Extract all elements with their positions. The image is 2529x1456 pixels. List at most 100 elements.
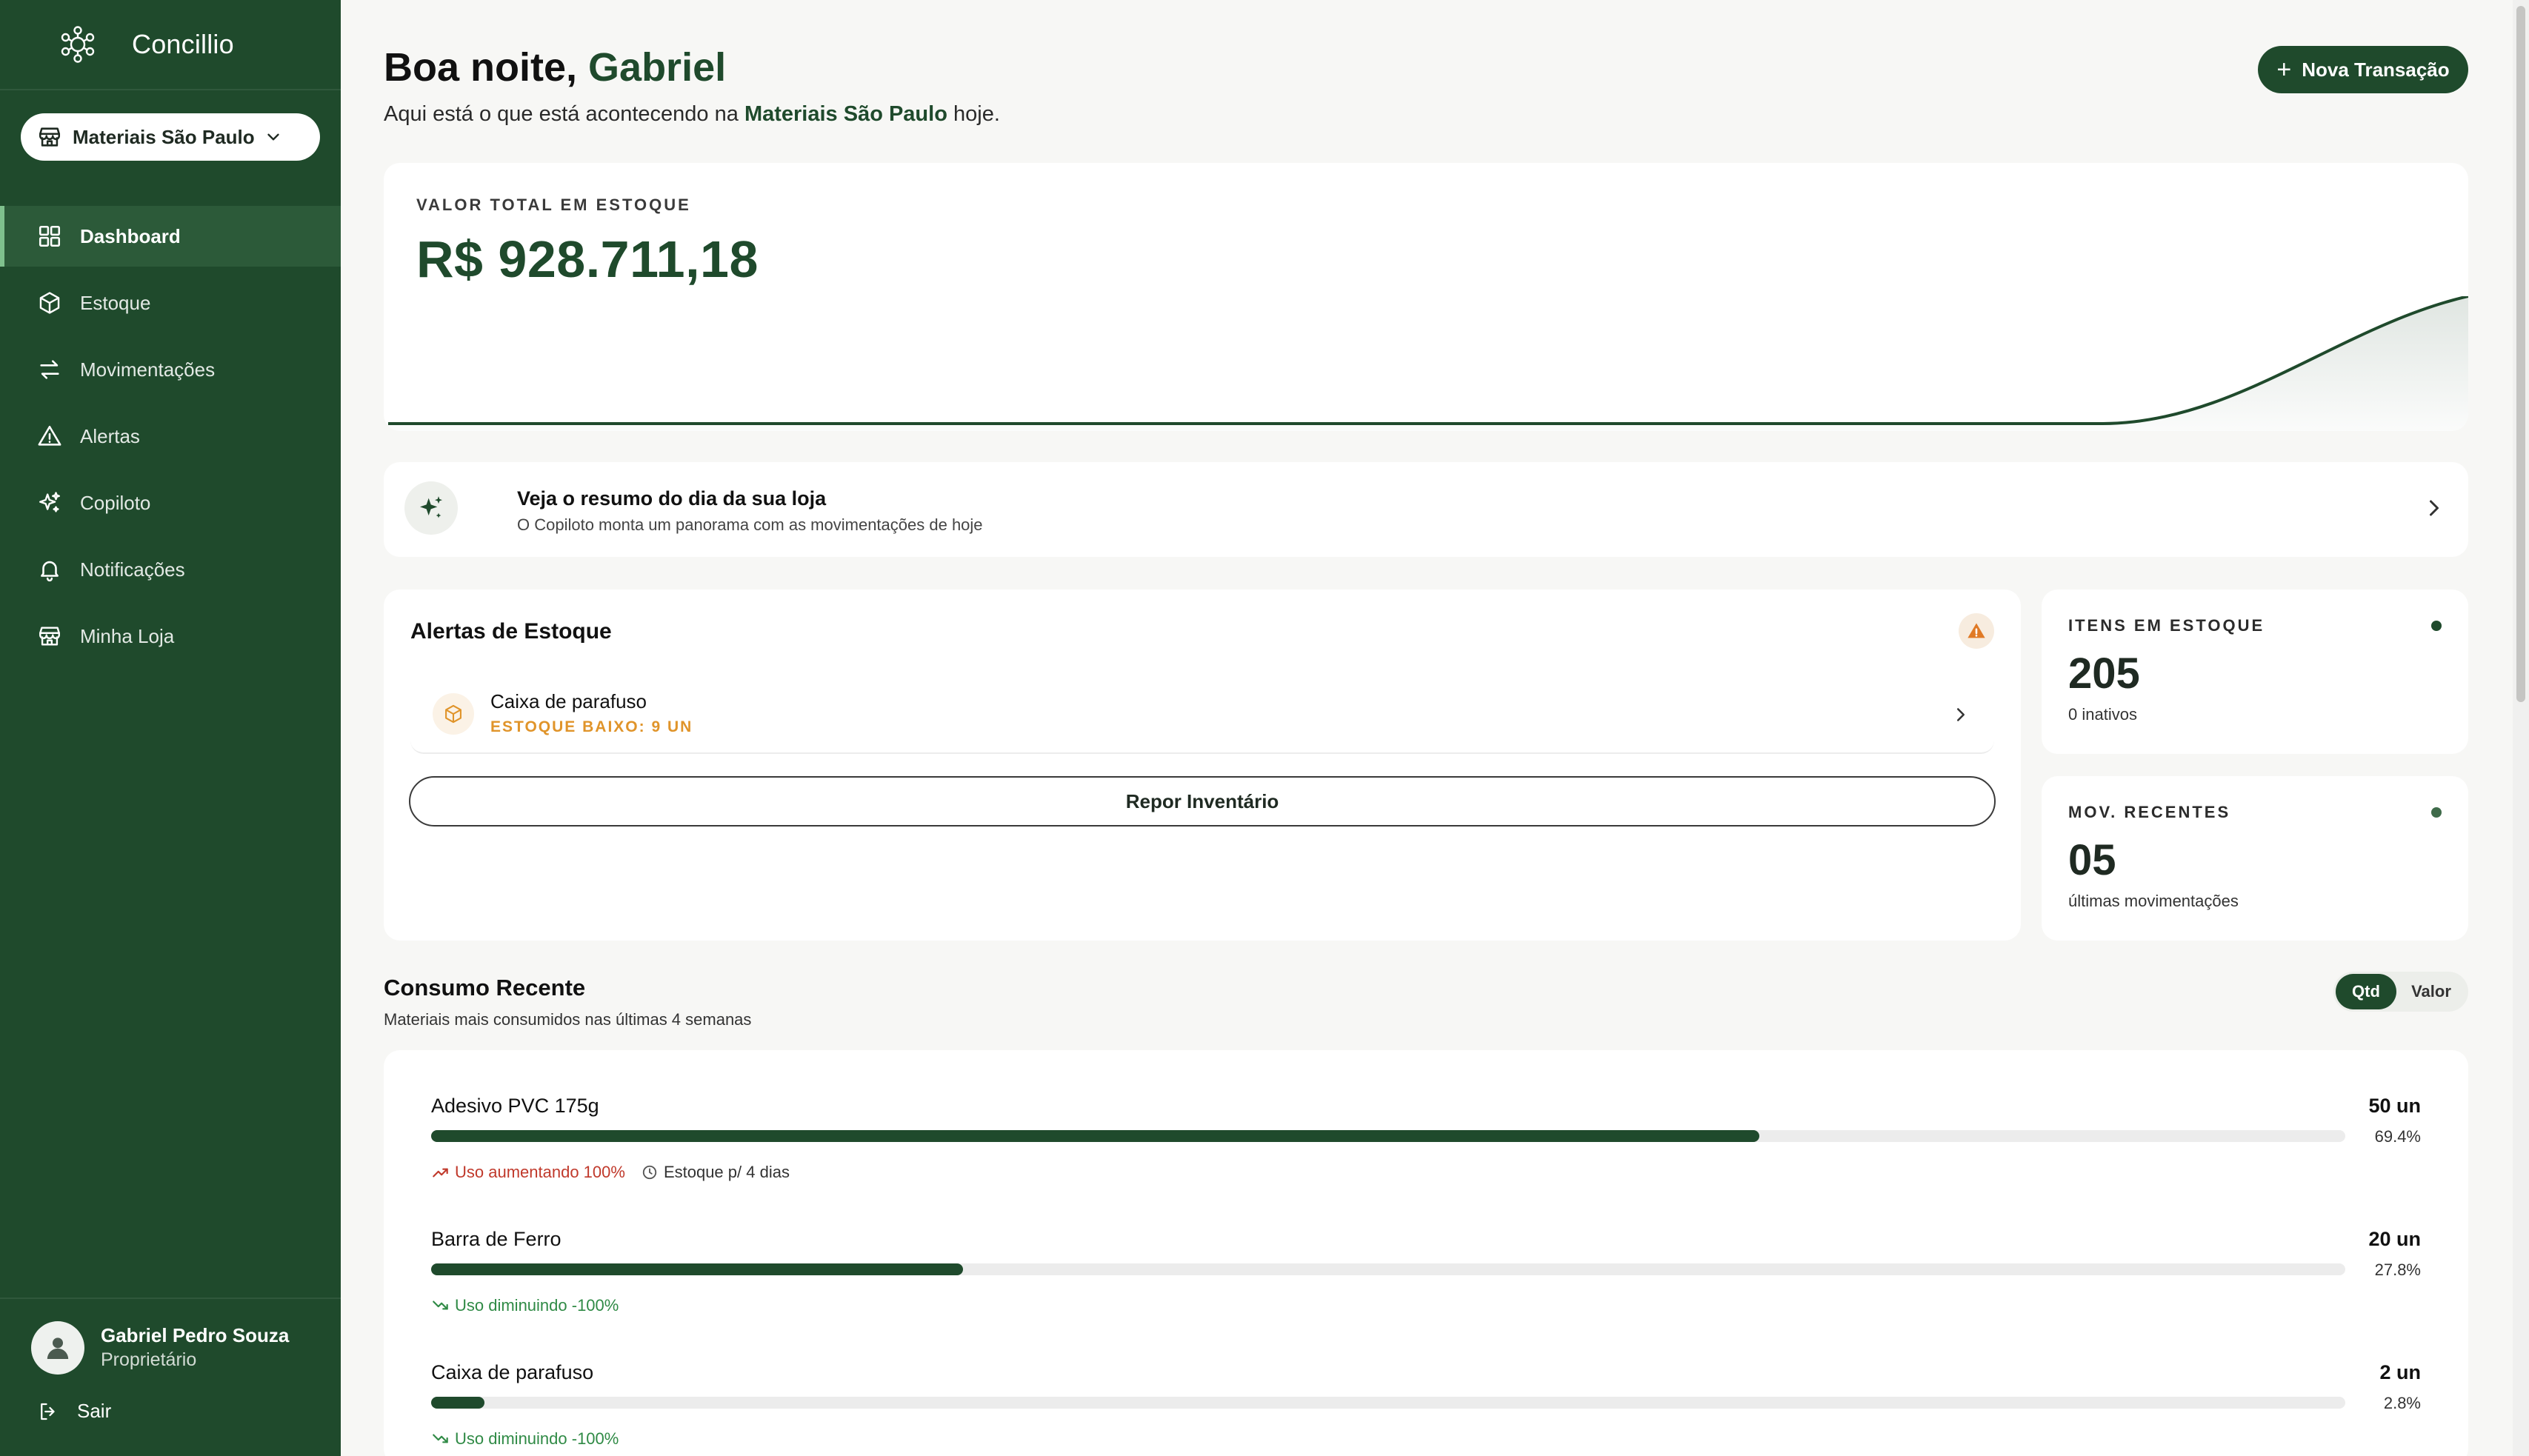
stock-days-label: Estoque p/ 4 dias [663,1163,790,1181]
consumption-title: Consumo Recente [384,975,586,1001]
trend-label: Uso diminuindo -100% [455,1429,619,1448]
page-subtitle: Aqui está o que está acontecendo na Mate… [384,102,1000,127]
alert-item-status: ESTOQUE BAIXO: 9 UN [490,718,693,735]
consumption-subtitle: Materiais mais consumidos nas últimas 4 … [384,1010,752,1029]
logout-label: Sair [77,1400,112,1422]
consumption-item-name: Barra de Ferro [431,1228,562,1250]
sidebar-item-label: Estoque [80,291,151,314]
toggle-qty-button[interactable]: Qtd [2336,974,2396,1009]
warning-icon [38,425,61,446]
store-selector-label: Materiais São Paulo [73,125,255,148]
subtitle-text: Aqui está o que está acontecendo na [384,102,739,126]
consumption-item-name: Adesivo PVC 175g [431,1095,599,1117]
new-transaction-label: Nova Transação [2302,58,2450,81]
chevron-right-icon [2430,500,2439,516]
greeting-user-name: Gabriel [588,45,727,90]
sidebar-item-dashboard[interactable]: Dashboard [0,206,341,267]
restock-inventory-button[interactable]: Repor Inventário [409,776,1996,826]
stat-card-recent-movements[interactable]: MOV. RECENTES 05 últimas movimentações [2042,776,2468,941]
consumption-item-percent: 27.8% [2374,1260,2421,1279]
trend-label: Uso diminuindo -100% [455,1296,619,1315]
stat-card-items-in-stock[interactable]: ITENS EM ESTOQUE 205 0 inativos [2042,590,2468,754]
consumption-row[interactable]: Adesivo PVC 175g 50 un 69.4% Uso aumenta… [431,1095,2421,1220]
sidebar-item-label: Copiloto [80,491,151,514]
sparkline-line [388,296,2468,425]
alert-item[interactable]: Caixa de parafuso ESTOQUE BAIXO: 9 UN [410,683,1994,754]
box-icon [39,292,60,314]
consumption-item-percent: 2.8% [2383,1394,2421,1412]
plus-icon: + [2276,56,2292,84]
subtitle-suffix: hoje. [953,102,1000,126]
brand[interactable]: Concillio [0,0,341,90]
concillio-logo-icon [61,26,95,63]
trend-label: Uso aumentando 100% [455,1163,625,1181]
clock-icon [642,1165,657,1180]
sidebar-item-minha-loja[interactable]: Minha Loja [0,606,341,667]
stock-days-indicator: Estoque p/ 4 dias [642,1163,790,1182]
alert-badge [1959,613,1994,649]
copilot-description: O Copiloto monta um panorama com as movi… [517,515,983,534]
sidebar-item-estoque[interactable]: Estoque [0,273,341,333]
trend-indicator: Uso diminuindo -100% [431,1296,619,1315]
consumption-item-percent: 69.4% [2374,1127,2421,1146]
consumption-item-qty: 2 un [2379,1361,2421,1383]
sidebar-item-movimentacoes[interactable]: Movimentações [0,339,341,400]
qty-value-toggle: Qtd Valor [2333,972,2468,1012]
toggle-value-button[interactable]: Valor [2396,974,2466,1009]
copilot-summary-card[interactable]: Veja o resumo do dia da sua loja O Copil… [384,462,2468,557]
greeting-text: Boa noite, [384,45,578,90]
consumption-row[interactable]: Caixa de parafuso 2 un 2.8% Uso diminuin… [431,1361,2421,1456]
arrows-exchange-icon [40,360,59,379]
avatar[interactable] [31,1321,84,1375]
sidebar-item-label: Movimentações [80,358,216,381]
stat-sub: 0 inativos [2068,705,2137,724]
page-title: Boa noite, Gabriel [384,44,726,90]
sidebar-item-label: Notificações [80,558,185,581]
brand-name: Concillio [132,29,234,59]
sidebar-item-label: Alertas [80,424,140,447]
stat-value: 205 [2068,649,2140,698]
user-icon [47,1338,69,1359]
page-scrollbar[interactable] [2513,0,2529,1456]
scrollbar-thumb[interactable] [2516,6,2525,702]
consumption-tags: Uso aumentando 100% Estoque p/ 4 dias [431,1163,790,1182]
store-icon [39,127,61,147]
consumption-bar-track [431,1130,2345,1142]
user-panel: Gabriel Pedro Souza Proprietário Sair [0,1298,341,1456]
sidebar-item-alertas[interactable]: Alertas [0,406,341,467]
logout-icon [41,1403,55,1420]
consumption-bar-track [431,1263,2345,1275]
alert-item-name: Caixa de parafuso [490,690,647,712]
user-name: Gabriel Pedro Souza [101,1324,290,1346]
consumption-item-qty: 50 un [2368,1095,2421,1117]
logout-button[interactable]: Sair [37,1400,111,1423]
consumption-row[interactable]: Barra de Ferro 20 un 27.8% Uso diminuind… [431,1228,2421,1354]
sparkline-area [384,296,2468,431]
stock-value-sparkline [384,296,2468,431]
store-selector[interactable]: Materiais São Paulo [21,113,320,161]
consumption-card: Adesivo PVC 175g 50 un 69.4% Uso aumenta… [384,1050,2468,1456]
sidebar-item-label: Minha Loja [80,624,175,647]
stat-label: ITENS EM ESTOQUE [2068,616,2265,635]
consumption-item-name: Caixa de parafuso [431,1361,594,1383]
status-dot [2431,621,2442,631]
trend-indicator: Uso aumentando 100% [431,1163,625,1182]
sidebar-item-notificacoes[interactable]: Notificações [0,539,341,600]
copilot-title: Veja o resumo do dia da sua loja [517,487,827,510]
sidebar-item-label: Dashboard [80,224,181,247]
trending-up-icon [433,1168,448,1178]
user-role: Proprietário [101,1349,197,1370]
consumption-bar-fill [431,1397,485,1409]
stock-value-label: VALOR TOTAL EM ESTOQUE [416,196,691,214]
sidebar: Concillio Materiais São Paulo Dashboard … [0,0,341,1456]
warning-icon [1967,623,1985,638]
chevron-down-icon [267,133,279,141]
stat-label: MOV. RECENTES [2068,803,2231,821]
sidebar-nav: Dashboard Estoque Movimentações Alertas … [0,206,341,672]
alert-item-icon-badge [433,693,474,735]
consumption-tags: Uso diminuindo -100% [431,1429,619,1449]
status-dot [2431,807,2442,818]
new-transaction-button[interactable]: + Nova Transação [2258,46,2468,93]
sparkles-icon [420,496,442,518]
sidebar-item-copiloto[interactable]: Copiloto [0,472,341,533]
